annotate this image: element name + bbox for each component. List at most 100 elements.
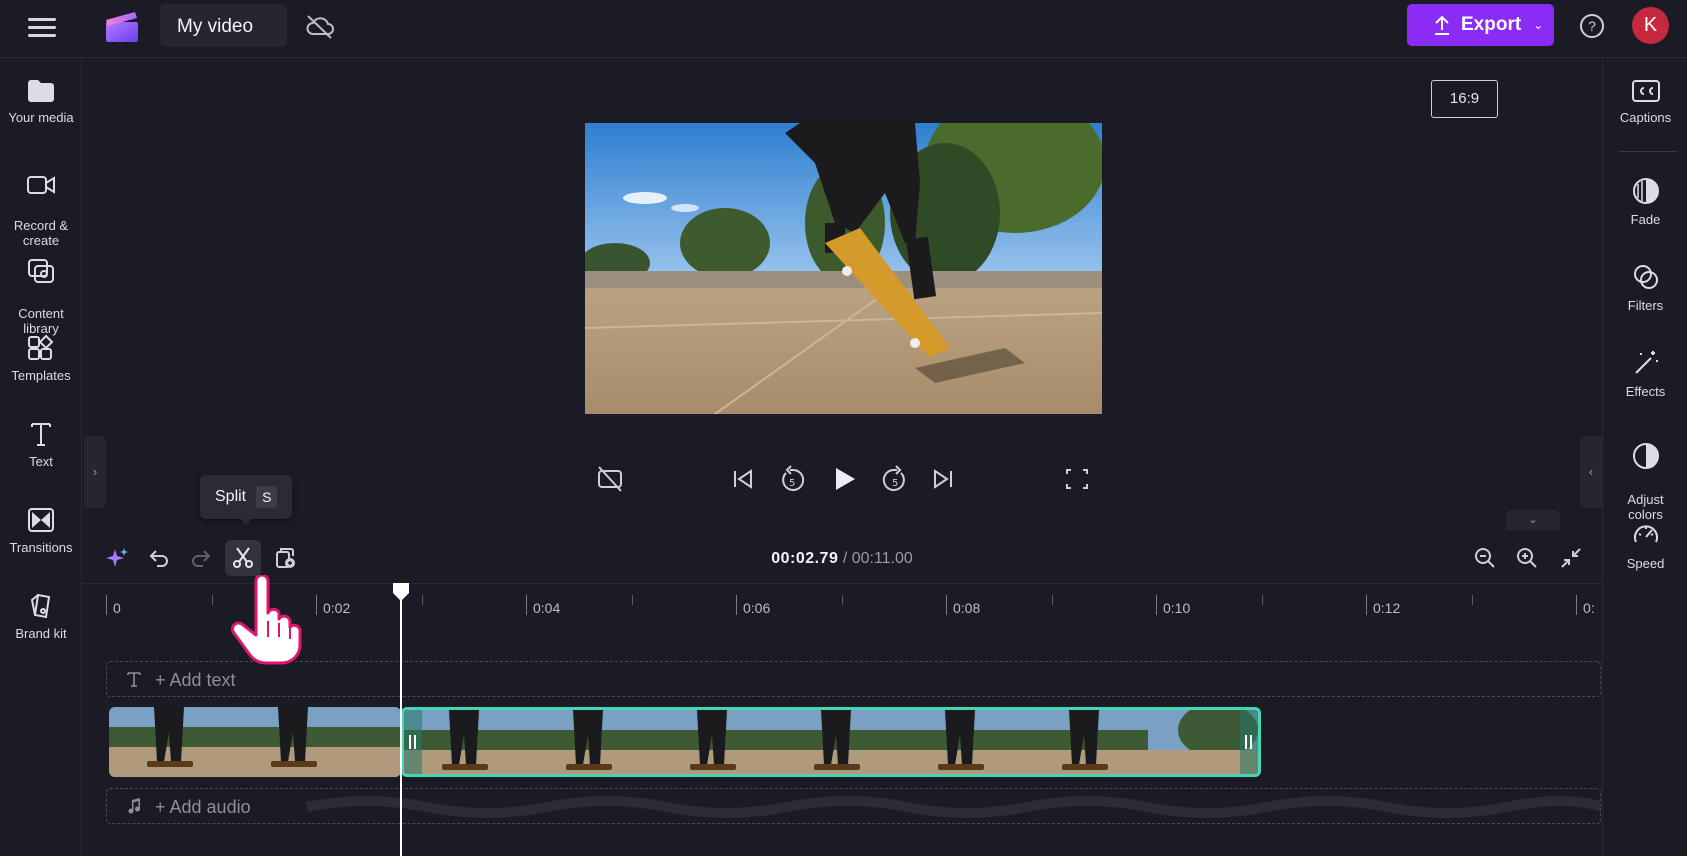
ruler-tick (1576, 595, 1577, 615)
ruler-tick (736, 595, 737, 615)
ruler-tick (842, 595, 843, 605)
sidebar-item-record-create[interactable]: Record & create (0, 158, 82, 248)
tooltip-label: Split (215, 488, 247, 505)
audio-waveform-placeholder (306, 796, 1600, 818)
ruler-tick (1052, 595, 1053, 605)
filters-icon (1633, 265, 1658, 289)
sidebar-item-speed[interactable]: Speed (1603, 520, 1687, 571)
left-sidebar: Your media Record & create Content libra… (0, 58, 82, 856)
sidebar-item-brand-kit[interactable]: Brand kit (0, 592, 82, 641)
sidebar-item-text[interactable]: Text (0, 420, 82, 469)
content-library-icon (28, 259, 54, 283)
clip-thumbnail (357, 707, 401, 777)
forward-5-icon[interactable]: 5 (880, 462, 910, 496)
skip-to-end-icon[interactable] (929, 462, 957, 496)
ruler-tick (632, 595, 633, 605)
sidebar-item-label: Speed (1626, 556, 1665, 571)
chevron-down-icon: ⌄ (1533, 18, 1544, 32)
ruler-tick (1472, 595, 1473, 605)
sidebar-item-label: Filters (1627, 298, 1664, 313)
cloud-off-icon[interactable] (304, 12, 336, 40)
ruler-label: 0:12 (1373, 600, 1401, 616)
sidebar-item-label: Content library (18, 306, 64, 336)
sidebar-item-your-media[interactable]: Your media (0, 78, 82, 125)
ruler-tick (1156, 595, 1157, 615)
skip-to-start-icon[interactable] (729, 462, 757, 496)
fit-timeline-button[interactable] (1553, 540, 1589, 576)
clip-trim-handle-right[interactable] (1240, 710, 1258, 774)
export-button[interactable]: Export ⌄ (1407, 4, 1554, 46)
menu-icon[interactable] (24, 14, 60, 42)
svg-text:5: 5 (892, 478, 898, 489)
fullscreen-icon[interactable] (1063, 462, 1091, 496)
video-clip-left[interactable] (109, 707, 401, 777)
sidebar-item-filters[interactable]: Filters (1603, 262, 1687, 313)
sidebar-item-label: Text (29, 454, 53, 469)
sidebar-item-content-library[interactable]: Content library (0, 242, 82, 336)
clip-thumbnail (528, 710, 652, 774)
video-preview (585, 123, 1102, 414)
sidebar-item-fade[interactable]: Fade (1603, 176, 1687, 227)
right-sidebar: Captions Fade Filters Effects Adjust col… (1602, 58, 1687, 856)
video-camera-icon (27, 176, 55, 194)
zoom-out-button[interactable] (1467, 540, 1503, 576)
add-audio-label: + Add audio (155, 797, 251, 817)
ruler-tick (1366, 595, 1367, 615)
adjust-colors-icon (1632, 443, 1659, 469)
avatar[interactable]: K (1632, 7, 1669, 44)
clip-thumbnail (1024, 710, 1148, 774)
captions-icon (1631, 80, 1660, 102)
music-note-icon (128, 798, 140, 814)
timeline: 00:02.79 / 00:11.00 0 0:02 0:04 0:06 0:0… (83, 530, 1601, 856)
sidebar-item-transitions[interactable]: Transitions (0, 506, 82, 555)
total-time: / 00:11.00 (842, 550, 913, 567)
ruler-tick (422, 595, 423, 605)
aspect-ratio-button[interactable]: 16:9 (1431, 80, 1498, 118)
play-icon[interactable] (829, 462, 859, 496)
clip-thumbnail (900, 710, 1024, 774)
split-tooltip: Split S (200, 475, 292, 519)
zoom-in-button[interactable] (1509, 540, 1545, 576)
clip-trim-handle-left[interactable] (404, 710, 422, 774)
svg-text:5: 5 (789, 478, 795, 489)
ruler-label: 0: (1583, 600, 1595, 616)
sidebar-item-label: Fade (1630, 212, 1661, 227)
ruler-label: 0:08 (953, 600, 981, 616)
clip-thumbnail (109, 707, 233, 777)
clip-thumbnail (776, 710, 900, 774)
ruler-label: 0:06 (743, 600, 771, 616)
ruler-tick (106, 595, 107, 615)
brand-kit-icon (30, 593, 51, 619)
video-clip-selected[interactable] (401, 707, 1261, 777)
help-icon[interactable]: ? (1580, 14, 1604, 38)
chevron-down-icon[interactable]: ⌄ (1506, 510, 1560, 530)
ruler-label: 0:10 (1163, 600, 1191, 616)
rewind-5-icon[interactable]: 5 (777, 462, 807, 496)
ruler-label: 0:04 (533, 600, 561, 616)
collapse-left-panel-button[interactable]: › (84, 436, 106, 508)
time-ruler[interactable]: 0 0:02 0:04 0:06 0:08 0:10 0:12 0: (83, 585, 1601, 635)
sidebar-item-effects[interactable]: Effects (1603, 348, 1687, 399)
captions-off-icon[interactable] (596, 462, 624, 496)
collapse-right-panel-button[interactable]: ‹ (1580, 436, 1602, 508)
timecode-display: 00:02.79 / 00:11.00 (83, 550, 1601, 568)
templates-icon (28, 334, 54, 360)
current-time: 00:02.79 (771, 550, 839, 567)
clip-thumbnail (404, 710, 528, 774)
sidebar-item-captions[interactable]: Captions (1603, 78, 1687, 125)
playhead-handle[interactable] (392, 582, 410, 602)
sidebar-item-adjust-colors[interactable]: Adjust colors (1603, 426, 1687, 522)
sidebar-item-label: Effects (1625, 384, 1666, 399)
top-bar: My video Export ⌄ ? K (0, 0, 1687, 58)
divider (1619, 151, 1677, 152)
add-text-track[interactable]: + Add text (106, 661, 1601, 697)
sidebar-item-label: Your media (8, 110, 74, 125)
project-name-field[interactable]: My video (160, 4, 287, 47)
ruler-label: 0:02 (323, 600, 351, 616)
text-icon (127, 672, 141, 687)
folder-icon (28, 80, 54, 102)
add-text-label: + Add text (155, 670, 236, 690)
add-audio-track[interactable]: + Add audio (106, 788, 1601, 824)
sidebar-item-templates[interactable]: Templates (0, 334, 82, 383)
speed-icon (1633, 525, 1658, 543)
